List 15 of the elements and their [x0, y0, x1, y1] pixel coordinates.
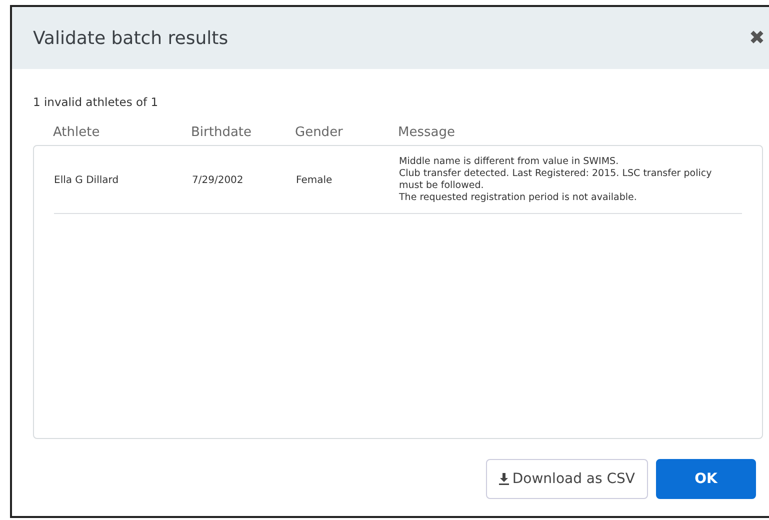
table-cell: 7/29/2002 [192, 174, 244, 186]
download-button[interactable]: Download as CSV [486, 459, 648, 499]
table-cell: Female [296, 174, 332, 186]
ok-button[interactable]: OK [656, 459, 756, 499]
column-header: Gender [295, 125, 343, 140]
message-text: Club transfer detected. Last Registered: 2015. LSC transfer policy must be followed. [399, 168, 713, 192]
message-text: The requested registration period is not available. [399, 192, 638, 204]
column-header: Birthdate [191, 125, 252, 140]
dialog-title: Validate batch results [33, 28, 228, 48]
table-cell: Ella G Dillard [54, 174, 119, 186]
download-icon [499, 473, 510, 485]
summary-text: 1 invalid athletes of 1 [33, 95, 158, 109]
column-header: Athlete [53, 125, 100, 140]
column-header: Message [398, 125, 455, 140]
message-text: Middle name is different from value in SWIMS. [399, 156, 620, 168]
